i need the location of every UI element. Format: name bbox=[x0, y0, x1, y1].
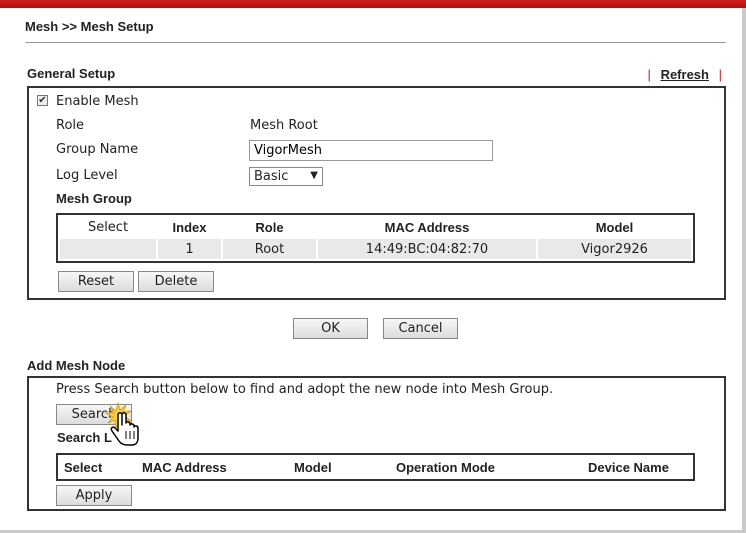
reset-button[interactable]: Reset bbox=[58, 271, 134, 292]
log-level-label: Log Level bbox=[56, 168, 118, 183]
group-name-label: Group Name bbox=[56, 142, 139, 157]
cell-role: Root bbox=[223, 239, 316, 259]
checkmark-icon: ✔ bbox=[38, 95, 47, 106]
dropdown-arrow-icon: ▼ bbox=[310, 170, 318, 181]
role-label: Role bbox=[56, 118, 85, 133]
log-level-value: Basic bbox=[254, 169, 289, 184]
separator: | bbox=[647, 67, 651, 82]
top-accent-bar bbox=[0, 0, 746, 8]
search-list-table: Select MAC Address Model Operation Mode … bbox=[56, 453, 695, 481]
add-mesh-node-title: Add Mesh Node bbox=[27, 358, 126, 373]
col-mac: MAC Address bbox=[384, 219, 470, 235]
col-select: Select bbox=[87, 219, 129, 235]
search-hint: Press Search button below to find and ad… bbox=[56, 382, 554, 397]
col-role: Role bbox=[255, 219, 284, 235]
table-header-row: Select Index Role MAC Address Model bbox=[60, 217, 691, 237]
mesh-group-table: Select Index Role MAC Address Model 1 Ro… bbox=[56, 213, 695, 263]
col-model: Model bbox=[595, 219, 634, 235]
delete-button[interactable]: Delete bbox=[138, 271, 214, 292]
ok-button[interactable]: OK bbox=[293, 318, 368, 339]
title-divider bbox=[25, 42, 726, 43]
table-header-row: Select MAC Address Model Operation Mode … bbox=[60, 457, 691, 477]
separator: | bbox=[718, 67, 722, 82]
col-index: Index bbox=[172, 219, 207, 235]
enable-mesh-label: Enable Mesh bbox=[56, 94, 139, 109]
mesh-group-label: Mesh Group bbox=[56, 191, 132, 206]
general-setup-title: General Setup bbox=[27, 66, 116, 81]
refresh-link[interactable]: Refresh bbox=[661, 67, 709, 82]
col-model: Model bbox=[294, 459, 332, 475]
role-value: Mesh Root bbox=[250, 118, 318, 133]
cell-mac: 14:49:BC:04:82:70 bbox=[318, 239, 536, 259]
log-level-select[interactable]: Basic ▼ bbox=[249, 167, 323, 186]
group-name-input[interactable] bbox=[249, 140, 493, 161]
apply-button[interactable]: Apply bbox=[56, 485, 132, 506]
enable-mesh-checkbox[interactable]: ✔ bbox=[37, 95, 48, 106]
col-mac: MAC Address bbox=[142, 459, 227, 475]
cell-select[interactable] bbox=[60, 239, 156, 259]
refresh-area: | Refresh | bbox=[648, 67, 722, 82]
col-operation-mode: Operation Mode bbox=[396, 459, 495, 475]
table-row[interactable]: 1 Root 14:49:BC:04:82:70 Vigor2926 bbox=[60, 239, 691, 259]
col-device-name: Device Name bbox=[588, 459, 669, 475]
col-select: Select bbox=[64, 459, 103, 475]
cell-model: Vigor2926 bbox=[538, 239, 691, 259]
cancel-button[interactable]: Cancel bbox=[383, 318, 458, 339]
breadcrumb: Mesh >> Mesh Setup bbox=[25, 19, 154, 34]
hand-pointer-icon bbox=[104, 401, 139, 446]
cell-index: 1 bbox=[158, 239, 221, 259]
